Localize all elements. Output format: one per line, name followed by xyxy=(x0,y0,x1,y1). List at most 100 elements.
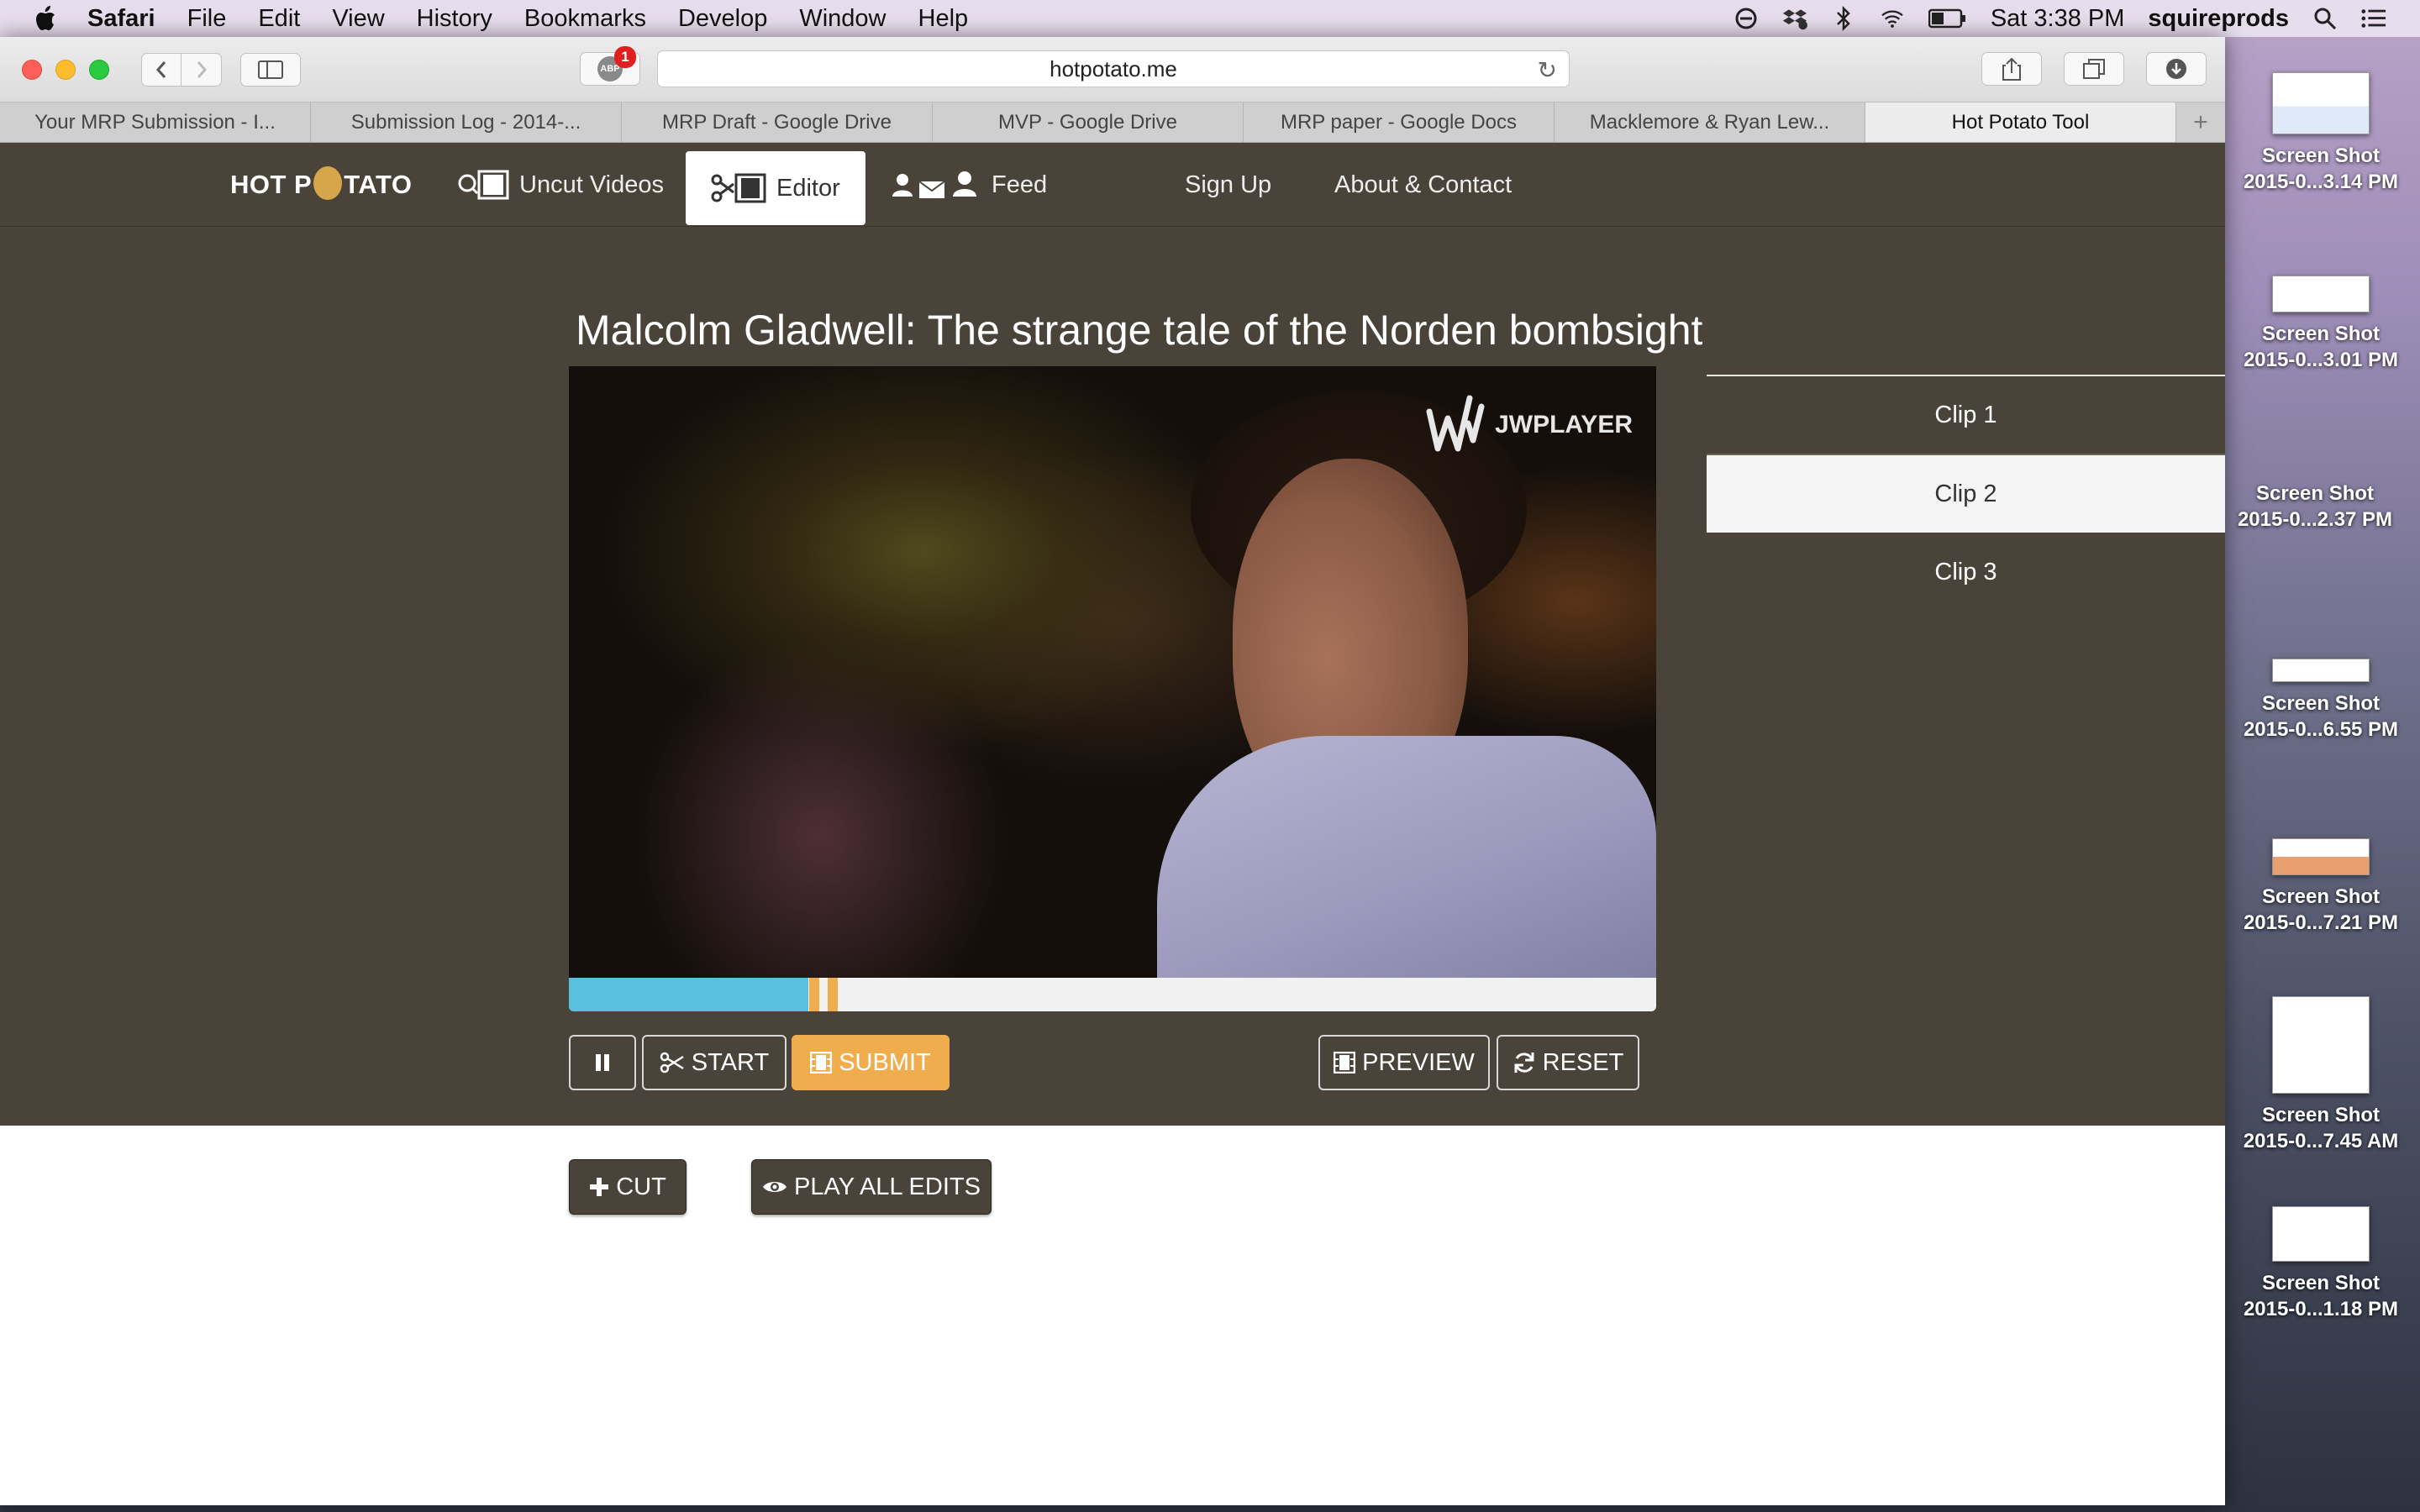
pause-icon xyxy=(596,1054,609,1071)
zoom-window-button[interactable] xyxy=(89,59,109,80)
nav-feed[interactable]: Feed xyxy=(891,143,1047,227)
tab-overview-button[interactable] xyxy=(2064,52,2124,86)
menu-window[interactable]: Window xyxy=(799,5,886,33)
browser-tab-active[interactable]: Hot Potato Tool xyxy=(1865,102,2176,142)
menu-bookmarks[interactable]: Bookmarks xyxy=(524,5,646,33)
clip-item-label: Clip 2 xyxy=(1934,480,1997,507)
video-player[interactable]: JWPLAYER xyxy=(569,366,1656,978)
desktop-file-screenshot[interactable]: Screen Shot 2015-0...7.21 PM xyxy=(2241,838,2401,936)
sidebar-toggle-button[interactable] xyxy=(240,52,301,87)
reload-icon[interactable]: ↻ xyxy=(1538,56,1557,84)
download-icon xyxy=(2166,59,2186,79)
file-name-line1: Screen Shot xyxy=(2261,323,2381,345)
clip-end-marker[interactable] xyxy=(827,978,838,1011)
file-thumbnail xyxy=(2272,838,2370,875)
start-button-label: START xyxy=(691,1048,770,1076)
clip-list: Clip 1 Clip 2 Clip 3 xyxy=(1707,375,2225,612)
menu-history[interactable]: History xyxy=(417,5,492,33)
menu-help[interactable]: Help xyxy=(918,5,969,33)
toolbar-right-buttons xyxy=(1981,52,2207,86)
potato-logo-icon xyxy=(313,166,343,200)
dropbox-icon[interactable] xyxy=(1782,6,1807,31)
clip-item-label: Clip 3 xyxy=(1934,558,1997,585)
downloads-button[interactable] xyxy=(2146,52,2207,86)
nav-uncut-videos[interactable]: Uncut Videos xyxy=(457,143,664,227)
clip-item-label: Clip 1 xyxy=(1934,401,1997,428)
file-name-line2: 2015-0...2.37 PM xyxy=(2237,508,2393,531)
menu-develop[interactable]: Develop xyxy=(678,5,767,33)
menubar-user[interactable]: squireprods xyxy=(2148,5,2289,33)
desktop-file-screenshot[interactable]: Screen Shot 2015-0...3.14 PM xyxy=(2241,72,2401,195)
desktop-file-screenshot[interactable]: Screen Shot 2015-0...7.45 AM xyxy=(2241,996,2401,1154)
browser-toolbar: ABP 1 hotpotato.me ↻ xyxy=(0,37,2225,102)
clip-item-active[interactable]: Clip 2 xyxy=(1707,454,2225,533)
browser-tab[interactable]: MVP - Google Drive xyxy=(933,102,1244,142)
submit-button[interactable]: SUBMIT xyxy=(792,1035,950,1090)
cut-button[interactable]: CUT xyxy=(569,1159,687,1215)
nav-about-contact[interactable]: About & Contact xyxy=(1334,143,1512,227)
back-button[interactable] xyxy=(141,52,182,87)
spotlight-search-icon[interactable] xyxy=(2312,6,2338,31)
file-name-line2: 2015-0...7.21 PM xyxy=(2243,911,2399,934)
do-not-disturb-icon[interactable] xyxy=(1733,6,1759,31)
file-thumbnail xyxy=(2272,659,2370,682)
browser-tab[interactable]: Your MRP Submission - I... xyxy=(0,102,311,142)
clip-item[interactable]: Clip 3 xyxy=(1707,533,2225,612)
file-name-line2: 2015-0...3.01 PM xyxy=(2243,349,2399,371)
site-navbar: HOT P TATO Uncut Videos Editor Feed Sign… xyxy=(0,143,2225,227)
menu-view[interactable]: View xyxy=(332,5,384,33)
minimize-window-button[interactable] xyxy=(55,59,76,80)
close-window-button[interactable] xyxy=(22,59,42,80)
browser-tab[interactable]: MRP paper - Google Docs xyxy=(1244,102,1555,142)
adblock-button[interactable]: ABP 1 xyxy=(580,46,640,86)
desktop-file-screenshot[interactable]: Screen Shot 2015-0...6.55 PM xyxy=(2241,659,2401,743)
play-all-edits-button[interactable]: PLAY ALL EDITS xyxy=(751,1159,992,1215)
cut-button-label: CUT xyxy=(616,1173,666,1200)
menu-app-safari[interactable]: Safari xyxy=(87,5,155,33)
preview-button[interactable]: PREVIEW xyxy=(1318,1035,1490,1090)
menu-file[interactable]: File xyxy=(187,5,227,33)
site-logo[interactable]: HOT P TATO xyxy=(230,166,413,202)
desktop-file-screenshot[interactable]: Screen Shot 2015-0...2.37 PM xyxy=(2235,472,2395,533)
logo-text-right: TATO xyxy=(344,170,413,199)
file-name-line1: Screen Shot xyxy=(2261,885,2381,908)
safari-window: ABP 1 hotpotato.me ↻ Your MRP Submission… xyxy=(0,37,2225,1505)
film-icon xyxy=(1334,1052,1356,1074)
video-frame-detail xyxy=(1157,736,1656,978)
nav-editor[interactable]: Editor xyxy=(686,151,865,225)
pause-button[interactable] xyxy=(569,1035,636,1090)
refresh-icon xyxy=(1514,1053,1534,1073)
wifi-icon[interactable] xyxy=(1880,6,1905,31)
clip-start-marker[interactable] xyxy=(808,978,819,1011)
forward-button[interactable] xyxy=(182,52,222,87)
logo-text-left: HOT P xyxy=(230,170,313,199)
video-progress-bar[interactable] xyxy=(569,978,1656,1011)
notification-center-icon[interactable] xyxy=(2361,6,2386,31)
start-button[interactable]: START xyxy=(642,1035,786,1090)
file-name-line1: Screen Shot xyxy=(2261,144,2381,167)
editor-section: Malcolm Gladwell: The strange tale of th… xyxy=(0,227,2225,1126)
play-all-edits-label: PLAY ALL EDITS xyxy=(794,1173,981,1200)
submit-button-label: SUBMIT xyxy=(839,1048,931,1076)
apple-menu-icon[interactable] xyxy=(34,4,59,33)
file-name-line1: Screen Shot xyxy=(2261,1104,2381,1126)
clip-item[interactable]: Clip 1 xyxy=(1707,375,2225,454)
macos-menubar: Safari File Edit View History Bookmarks … xyxy=(0,0,2420,37)
desktop-file-screenshot[interactable]: Screen Shot 2015-0...3.01 PM xyxy=(2241,276,2401,373)
browser-tab[interactable]: Submission Log - 2014-... xyxy=(311,102,622,142)
menu-edit[interactable]: Edit xyxy=(258,5,300,33)
file-name-line2: 2015-0...6.55 PM xyxy=(2243,718,2399,741)
address-bar[interactable]: hotpotato.me ↻ xyxy=(657,50,1570,87)
share-button[interactable] xyxy=(1981,52,2042,86)
bluetooth-icon[interactable] xyxy=(1831,6,1856,31)
browser-tab[interactable]: MRP Draft - Google Drive xyxy=(622,102,933,142)
new-tab-button[interactable]: + xyxy=(2176,102,2225,142)
plus-icon xyxy=(590,1178,609,1196)
desktop-file-screenshot[interactable]: Screen Shot 2015-0...1.18 PM xyxy=(2241,1206,2401,1322)
nav-sign-up[interactable]: Sign Up xyxy=(1185,143,1271,227)
battery-icon[interactable] xyxy=(1928,6,1967,31)
reset-button[interactable]: RESET xyxy=(1497,1035,1639,1090)
menubar-clock[interactable]: Sat 3:38 PM xyxy=(1991,5,2125,33)
file-thumbnail xyxy=(2272,996,2370,1094)
browser-tab[interactable]: Macklemore & Ryan Lew... xyxy=(1555,102,1865,142)
